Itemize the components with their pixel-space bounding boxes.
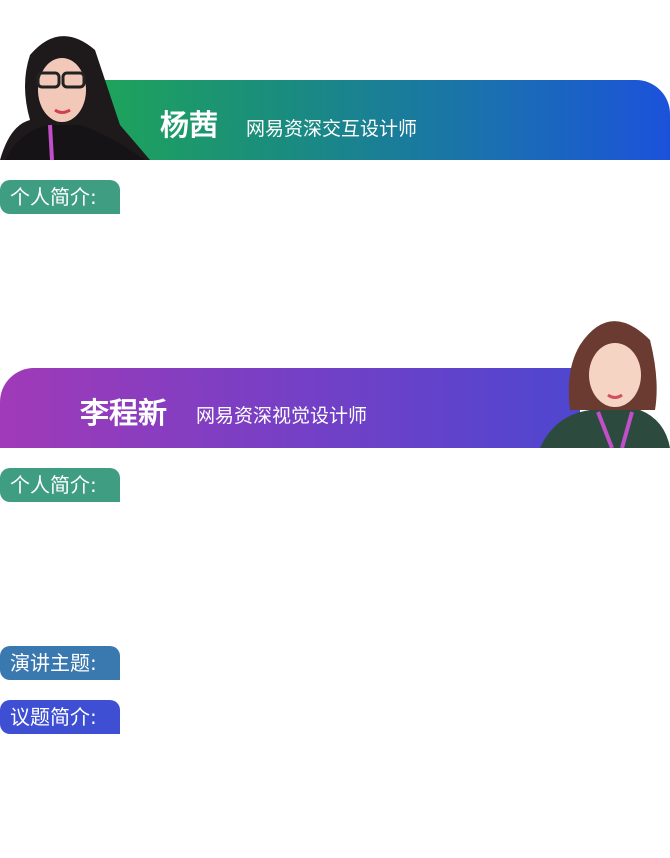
talk-topic-label: 演讲主题: — [0, 646, 120, 680]
speaker-photo-1 — [0, 36, 150, 160]
speaker-banner-2: 李程新 网易资深视觉设计师 — [0, 368, 580, 448]
speaker-title: 网易资深视觉设计师 — [196, 405, 368, 427]
speaker-name: 杨茜 — [160, 108, 219, 142]
speaker-photo-2 — [540, 321, 670, 448]
speaker-banner-1: 杨茜 网易资深交互设计师 — [100, 80, 670, 160]
speaker-name: 李程新 — [80, 396, 168, 430]
intro-label-1: 个人简介: — [0, 180, 120, 214]
intro-label-2: 个人简介: — [0, 468, 120, 502]
talk-summary-label: 议题简介: — [0, 700, 120, 734]
speaker-title: 网易资深交互设计师 — [246, 118, 418, 140]
